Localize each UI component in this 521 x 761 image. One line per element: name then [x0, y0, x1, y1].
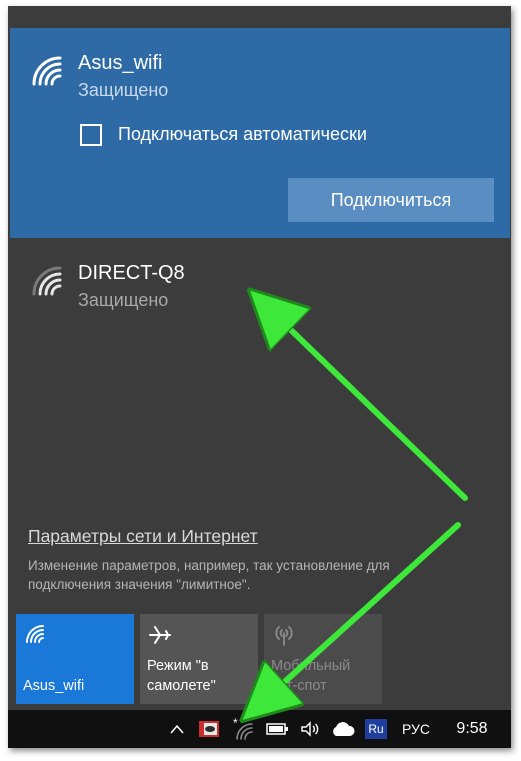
annotation-arrows	[0, 0, 468, 761]
arrow-to-tray	[258, 522, 461, 706]
arrow-to-network	[265, 305, 468, 501]
